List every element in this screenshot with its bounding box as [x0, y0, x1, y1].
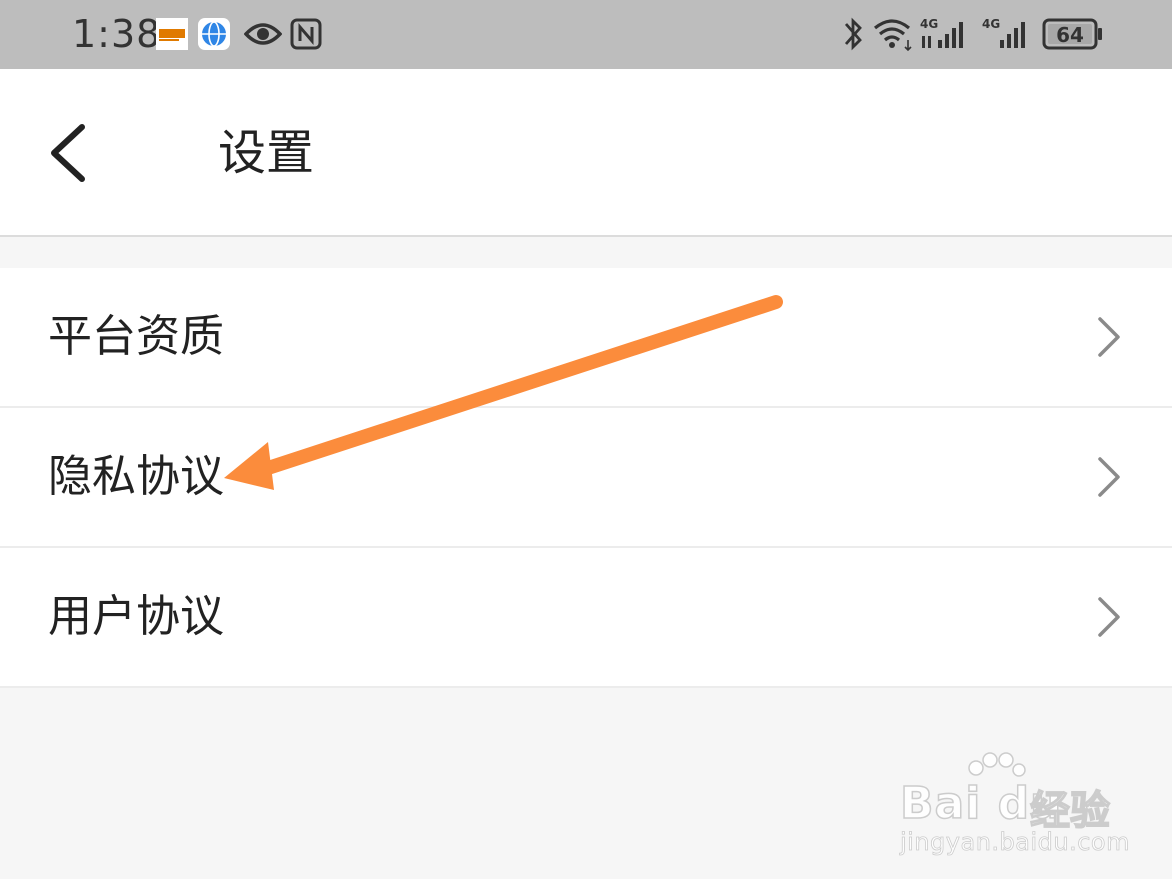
browser-globe-icon: [198, 18, 230, 50]
signal-icon-2: 4G: [982, 17, 1025, 48]
watermark-url: jingyan.baidu.com: [900, 828, 1130, 857]
settings-item-privacy-agreement[interactable]: 隐私协议: [0, 408, 1172, 548]
network-label-2: 4G: [982, 17, 1000, 31]
chevron-right-icon: [1098, 457, 1120, 497]
status-bar: 1:38 4G 4G 64: [0, 0, 1172, 69]
bluetooth-icon: [844, 17, 862, 51]
network-label: 4G: [920, 17, 938, 31]
page-title: 设置: [218, 125, 315, 181]
settings-item-user-agreement[interactable]: 用户协议: [0, 548, 1172, 688]
chevron-left-icon[interactable]: [38, 121, 102, 185]
nfc-icon: [290, 18, 322, 50]
settings-list: 平台资质 隐私协议 用户协议: [0, 268, 1172, 688]
news-app-icon: [156, 18, 188, 50]
settings-item-platform-qualification[interactable]: 平台资质: [0, 268, 1172, 408]
battery-icon: 64: [1042, 18, 1102, 50]
settings-item-label: 用户协议: [48, 591, 224, 642]
signal-icon: 4G: [920, 17, 963, 48]
settings-item-label: 隐私协议: [48, 451, 224, 502]
status-time: 1:38: [72, 12, 162, 56]
baidu-jingyan-watermark: Bai du 经验 jingyan.baidu.com: [896, 752, 1130, 862]
eye-icon: [244, 23, 282, 45]
app-header: 设置: [0, 69, 1172, 237]
battery-level: 64: [1056, 23, 1084, 47]
settings-item-label: 平台资质: [48, 311, 224, 362]
chevron-right-icon: [1098, 597, 1120, 637]
wifi-icon: [873, 19, 912, 52]
chevron-right-icon: [1098, 317, 1120, 357]
